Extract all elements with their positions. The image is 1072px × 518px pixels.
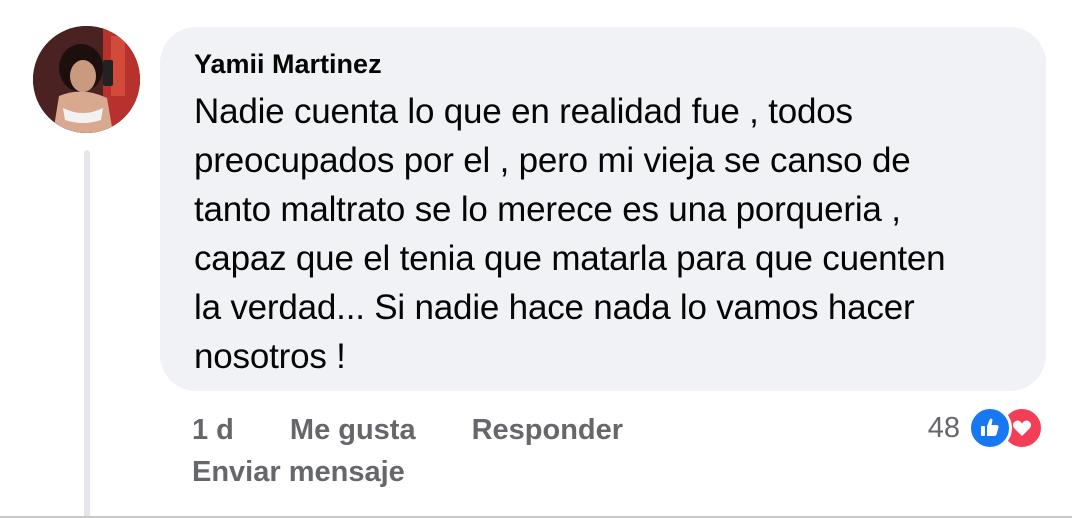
like-button[interactable]: Me gusta [290,414,416,447]
reply-button[interactable]: Responder [472,414,623,447]
comment-author[interactable]: Yamii Martinez [194,47,1016,81]
comment-timestamp[interactable]: 1 d [192,414,234,447]
reaction-count: 48 [927,411,960,444]
avatar-photo [33,26,140,133]
like-icon [968,406,1012,450]
reactions-summary[interactable]: 48 [928,404,1044,452]
comment-bubble: Yamii Martinez Nadie cuenta lo que en re… [160,27,1046,391]
thread-line [84,150,90,518]
avatar[interactable] [33,26,140,133]
comment-actions: 1 d Me gusta Responder [192,410,679,450]
comment-text: Nadie cuenta lo que en realidad fue , to… [194,92,946,376]
send-message-button[interactable]: Enviar mensaje [192,456,405,489]
